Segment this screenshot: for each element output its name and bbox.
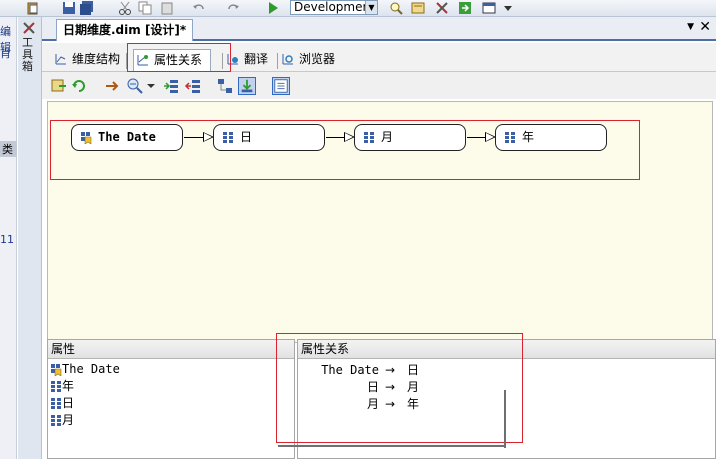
- left-strip-category[interactable]: 类: [0, 141, 17, 157]
- expand-all-icon[interactable]: [162, 77, 180, 95]
- attributes-pane: 属性 The Date 年 日 月: [47, 339, 295, 459]
- tab-list-dropdown-icon[interactable]: ▼: [687, 22, 694, 32]
- list-item[interactable]: 年: [48, 378, 294, 395]
- paste-icon-2[interactable]: [160, 1, 174, 15]
- left-strip-text-2: 肖: [0, 47, 11, 60]
- tools-icon[interactable]: [435, 1, 449, 15]
- redo-icon[interactable]: [226, 1, 240, 15]
- process-icon[interactable]: [50, 77, 68, 95]
- deploy-icon[interactable]: [458, 1, 472, 15]
- main-toolbar: Developmer ▼: [0, 0, 716, 17]
- annotation-shadow: [504, 390, 506, 448]
- list-item-label: 年: [62, 379, 75, 393]
- attribute-grid-icon: [51, 381, 61, 392]
- arrange-icon[interactable]: [216, 77, 234, 95]
- list-item[interactable]: 月: [48, 412, 294, 429]
- list-item[interactable]: 日: [48, 395, 294, 412]
- designer-toolbar: [42, 71, 716, 99]
- properties-icon[interactable]: [411, 1, 425, 15]
- attribute-grid-icon: [51, 415, 61, 426]
- key-attribute-icon: [51, 364, 62, 376]
- list-item-label: 月: [62, 413, 75, 427]
- window-icon[interactable]: [482, 1, 496, 15]
- toolbox-icon: [23, 22, 35, 34]
- refresh-icon[interactable]: [70, 77, 88, 95]
- zoom-icon[interactable]: [126, 77, 144, 95]
- chevron-down-icon[interactable]: [146, 77, 156, 95]
- tab-dimension-structure[interactable]: 维度结构: [52, 49, 120, 71]
- tab-label: 浏览器: [299, 52, 336, 66]
- list-item-label: The Date: [62, 362, 120, 376]
- cut-icon[interactable]: [118, 1, 132, 15]
- new-relationship-icon[interactable]: [103, 77, 121, 95]
- toolbox-label: 工具箱: [22, 36, 33, 73]
- show-list-views-icon[interactable]: [238, 77, 256, 95]
- save-all-icon[interactable]: [80, 1, 94, 15]
- highlight-box-diagram: [50, 120, 640, 180]
- tab-label: 维度结构: [72, 52, 121, 66]
- list-item[interactable]: The Date: [48, 361, 294, 378]
- highlight-box-relations: [276, 333, 523, 443]
- tab-browser[interactable]: 浏览器: [279, 49, 335, 71]
- attributes-list: The Date 年 日 月: [48, 359, 294, 429]
- paste-icon[interactable]: [26, 1, 40, 15]
- tab-separator: [277, 53, 278, 69]
- chevron-down-icon[interactable]: ▼: [365, 1, 377, 14]
- configuration-value: Developmer: [294, 0, 368, 14]
- undo-icon[interactable]: [192, 1, 206, 15]
- toolbox-tab[interactable]: 工具箱: [18, 17, 42, 459]
- start-debug-icon[interactable]: [266, 1, 280, 15]
- save-icon[interactable]: [62, 1, 76, 15]
- list-item-label: 日: [62, 396, 75, 410]
- collapse-all-icon[interactable]: [184, 77, 202, 95]
- dimension-structure-icon: [55, 54, 66, 65]
- attributes-pane-header: 属性: [48, 340, 294, 359]
- left-panel-strip: 编辑 肖 类 11: [0, 17, 17, 459]
- list-view-icon[interactable]: [272, 77, 290, 95]
- document-tab[interactable]: 日期维度.dim [设计]*: [56, 19, 194, 41]
- document-tab-bar: 日期维度.dim [设计]* ▼ ✕: [42, 17, 716, 41]
- chevron-down-icon[interactable]: [501, 1, 515, 15]
- browser-icon: [282, 54, 293, 65]
- left-strip-number: 11: [0, 233, 14, 246]
- close-icon[interactable]: ✕: [699, 19, 711, 35]
- annotation-shadow: [278, 445, 506, 447]
- highlight-box-tab: [127, 43, 231, 72]
- solution-configuration-dropdown[interactable]: Developmer ▼: [290, 0, 378, 15]
- tab-label: 翻译: [244, 52, 269, 66]
- attribute-grid-icon: [51, 398, 61, 409]
- copy-icon[interactable]: [138, 1, 152, 15]
- find-icon[interactable]: [389, 1, 403, 15]
